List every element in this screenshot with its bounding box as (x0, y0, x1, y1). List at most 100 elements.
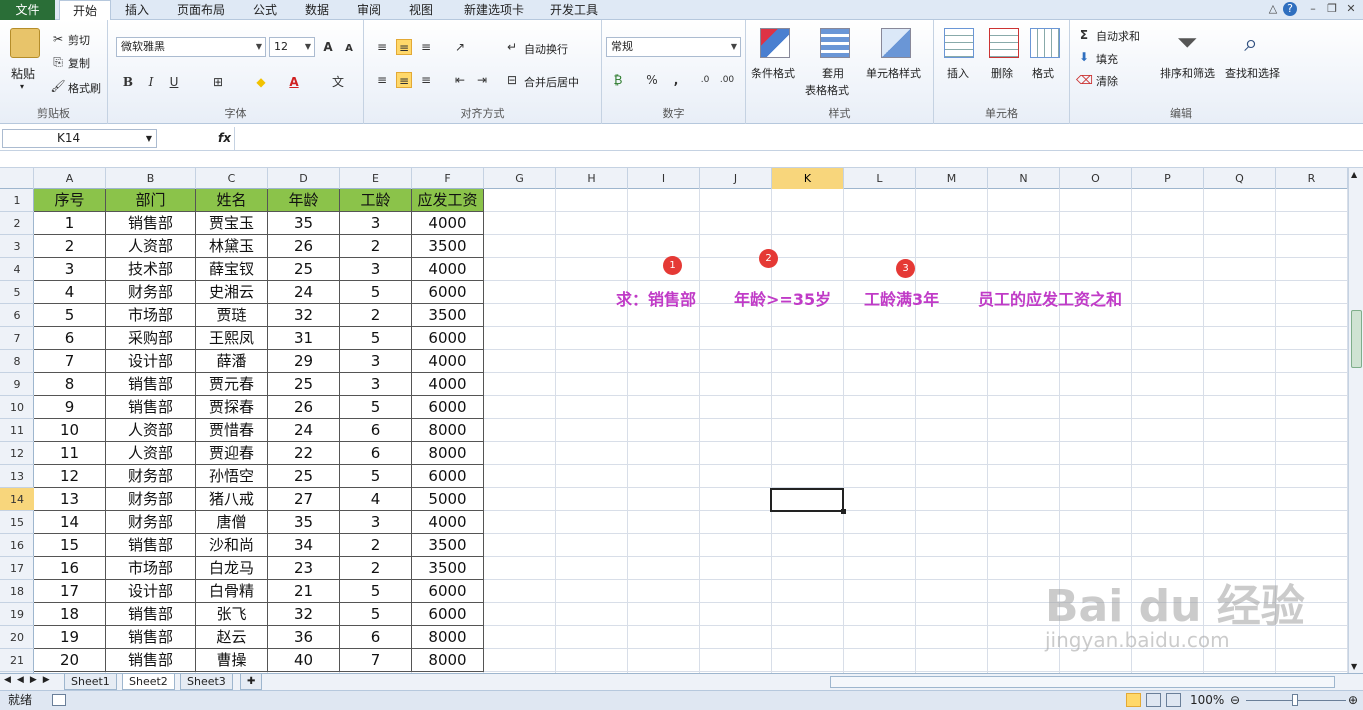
table-cell[interactable]: 4 (340, 488, 411, 510)
table-header-cell[interactable]: 工龄 (340, 189, 411, 211)
table-cell[interactable]: 赵云 (196, 626, 267, 648)
insert-cells-icon[interactable] (944, 28, 974, 58)
table-cell[interactable]: 5 (340, 327, 411, 349)
formula-input[interactable] (234, 127, 1348, 151)
table-cell[interactable]: 财务部 (106, 511, 195, 533)
table-cell[interactable]: 11 (34, 442, 105, 464)
table-cell[interactable]: 3500 (412, 557, 483, 579)
table-cell[interactable]: 财务部 (106, 465, 195, 487)
row-header-5[interactable]: 5 (0, 281, 34, 304)
row-header-15[interactable]: 15 (0, 511, 34, 534)
table-cell[interactable]: 薛潘 (196, 350, 267, 372)
table-cell[interactable]: 3 (340, 212, 411, 234)
table-cell[interactable]: 曹操 (196, 649, 267, 671)
delete-cells-icon[interactable] (989, 28, 1019, 58)
column-header-a[interactable]: A (34, 168, 106, 189)
table-cell[interactable]: 18 (34, 603, 105, 625)
zoom-out-icon[interactable]: ⊖ (1230, 691, 1240, 710)
normal-view-icon[interactable] (1126, 693, 1141, 707)
tab-view[interactable]: 视图 (402, 0, 440, 20)
table-cell[interactable]: 5000 (412, 488, 483, 510)
row-header-20[interactable]: 20 (0, 626, 34, 649)
table-cell[interactable]: 6 (340, 626, 411, 648)
table-cell[interactable]: 王熙凤 (196, 327, 267, 349)
window-close-icon[interactable]: ✕ (1344, 2, 1358, 16)
conditional-format-button[interactable]: 条件格式 (751, 65, 795, 81)
tab-developer[interactable]: 开发工具 (546, 0, 602, 20)
table-cell[interactable]: 销售部 (106, 603, 195, 625)
tab-page-layout[interactable]: 页面布局 (170, 0, 232, 20)
table-cell[interactable]: 4 (34, 281, 105, 303)
table-cell[interactable]: 5 (340, 281, 411, 303)
sort-filter-button[interactable]: 排序和筛选 (1160, 65, 1215, 81)
table-cell[interactable]: 3 (340, 511, 411, 533)
column-header-q[interactable]: Q (1204, 168, 1276, 189)
table-cell[interactable]: 8000 (412, 626, 483, 648)
column-header-g[interactable]: G (484, 168, 556, 189)
merge-center-button[interactable]: 合并后居中 (524, 74, 579, 90)
table-cell[interactable]: 16 (34, 557, 105, 579)
table-header-cell[interactable]: 序号 (34, 189, 105, 211)
row-header-13[interactable]: 13 (0, 465, 34, 488)
table-cell[interactable]: 6000 (412, 327, 483, 349)
table-cell[interactable]: 7 (34, 350, 105, 372)
row-header-1[interactable]: 1 (0, 189, 34, 212)
italic-button[interactable]: I (143, 74, 159, 90)
row-header-6[interactable]: 6 (0, 304, 34, 327)
row-header-10[interactable]: 10 (0, 396, 34, 419)
table-cell[interactable]: 5 (340, 580, 411, 602)
grow-font-icon[interactable]: A (320, 39, 336, 55)
orientation-icon[interactable]: ↗ (452, 39, 468, 55)
clear-button[interactable]: 清除 (1096, 73, 1118, 89)
table-cell[interactable]: 沙和尚 (196, 534, 267, 556)
page-break-view-icon[interactable] (1166, 693, 1181, 707)
sort-filter-icon[interactable]: ⏷ (1172, 28, 1202, 58)
row-header-4[interactable]: 4 (0, 258, 34, 281)
format-as-table-label-1[interactable]: 套用 (822, 65, 844, 81)
table-cell[interactable]: 31 (268, 327, 339, 349)
row-header-7[interactable]: 7 (0, 327, 34, 350)
cell-styles-icon[interactable] (881, 28, 911, 58)
column-header-i[interactable]: I (628, 168, 700, 189)
accounting-format-icon[interactable]: ₿ (610, 72, 626, 88)
phonetic-icon[interactable]: 文 (330, 74, 346, 90)
table-cell[interactable]: 5 (340, 603, 411, 625)
table-cell[interactable]: 财务部 (106, 281, 195, 303)
paste-button[interactable]: 粘贴 (11, 65, 35, 82)
table-cell[interactable]: 1 (34, 212, 105, 234)
table-cell[interactable]: 唐僧 (196, 511, 267, 533)
table-cell[interactable]: 36 (268, 626, 339, 648)
table-cell[interactable]: 6000 (412, 281, 483, 303)
table-cell[interactable]: 6 (340, 419, 411, 441)
table-cell[interactable]: 32 (268, 304, 339, 326)
sheet-tab-2[interactable]: Sheet2 (122, 674, 175, 690)
column-header-j[interactable]: J (700, 168, 772, 189)
decrease-indent-icon[interactable]: ⇤ (452, 72, 468, 88)
name-box[interactable]: K14 ▼ (2, 129, 157, 148)
cut-button[interactable]: 剪切 (68, 32, 90, 48)
align-left-icon[interactable]: ≡ (374, 72, 390, 88)
table-cell[interactable]: 27 (268, 488, 339, 510)
table-cell[interactable]: 3500 (412, 304, 483, 326)
table-cell[interactable]: 6000 (412, 580, 483, 602)
scroll-up-icon[interactable]: ▲ (1351, 170, 1357, 179)
table-cell[interactable]: 销售部 (106, 626, 195, 648)
format-cells-button[interactable]: 格式 (1032, 65, 1054, 81)
table-cell[interactable]: 35 (268, 212, 339, 234)
increase-decimal-icon[interactable]: .0 (697, 72, 713, 88)
table-cell[interactable]: 15 (34, 534, 105, 556)
table-header-cell[interactable]: 年龄 (268, 189, 339, 211)
column-header-b[interactable]: B (106, 168, 196, 189)
wrap-text-button[interactable]: 自动换行 (524, 41, 568, 57)
table-cell[interactable]: 贾宝玉 (196, 212, 267, 234)
table-cell[interactable]: 林黛玉 (196, 235, 267, 257)
table-cell[interactable]: 7 (340, 649, 411, 671)
table-cell[interactable]: 6000 (412, 603, 483, 625)
table-cell[interactable]: 4000 (412, 511, 483, 533)
table-cell[interactable]: 9 (34, 396, 105, 418)
column-header-o[interactable]: O (1060, 168, 1132, 189)
table-cell[interactable]: 4000 (412, 258, 483, 280)
table-cell[interactable]: 销售部 (106, 396, 195, 418)
zoom-level[interactable]: 100% (1190, 691, 1224, 710)
sheet-tab-3[interactable]: Sheet3 (180, 674, 233, 690)
